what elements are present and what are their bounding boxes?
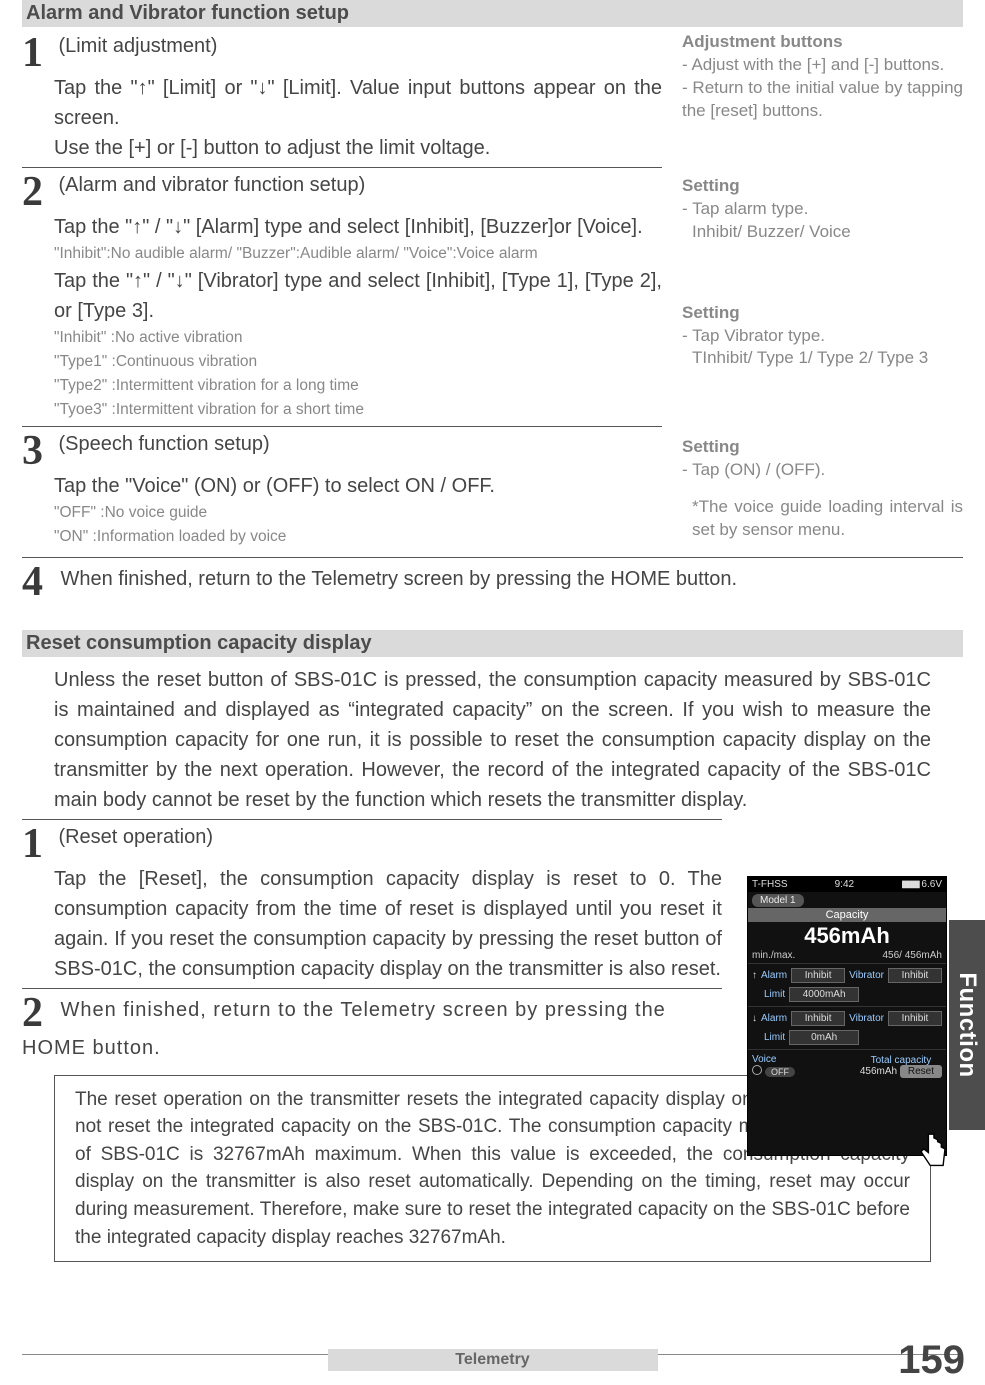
thumb-voice-label: Voice — [752, 1054, 776, 1065]
step-2-number: 2 — [22, 174, 50, 212]
step-4: 4 When finished, return to the Telemetry… — [22, 557, 963, 606]
thumb-time: 9:42 — [835, 879, 854, 890]
side3-heading: Setting — [682, 302, 963, 325]
thumb-limit-label-down: Limit — [764, 1032, 785, 1043]
thumb-alarm-down-value[interactable]: Inhibit — [791, 1011, 845, 1026]
pointer-hand-icon — [910, 1125, 956, 1171]
thumb-minmax-value: 456/ 456mAh — [883, 950, 943, 961]
thumb-alarm-label-down: Alarm — [761, 1013, 787, 1024]
step-3-body-1: Tap the "Voice" (ON) or (OFF) to select … — [22, 471, 662, 501]
thumb-capacity-value: 456mAh — [748, 922, 946, 950]
step-2-body-2: Tap the "↑" / "↓" [Vibrator] type and se… — [22, 266, 662, 326]
thumb-vibrator-up-value[interactable]: Inhibit — [888, 968, 942, 983]
reset-step-1-title: (Reset operation) — [58, 826, 213, 848]
step-2-note-2c: "Type2" :Intermittent vibration for a lo… — [22, 374, 662, 398]
reset-step-2-number: 2 — [22, 995, 50, 1033]
thumb-capacity-title: Capacity — [748, 908, 946, 922]
thumb-vibrator-label-up: Vibrator — [849, 970, 884, 981]
step-4-number: 4 — [22, 564, 50, 602]
step-4-body: When finished, return to the Telemetry s… — [54, 568, 737, 590]
step-3-number: 3 — [22, 433, 50, 471]
step-1-number: 1 — [22, 35, 50, 73]
step-2-body-1: Tap the "↑" / "↓" [Alarm] type and selec… — [22, 212, 662, 242]
side1-heading: Adjustment buttons — [682, 31, 963, 54]
thumb-alarm-label-up: Alarm — [761, 970, 787, 981]
reset-step-2-body: When finished, return to the Telemetry s… — [22, 999, 666, 1059]
side2-heading: Setting — [682, 175, 963, 198]
reset-step-1-body: Tap the [Reset], the consumption capacit… — [22, 864, 722, 984]
side3-line-2: TInhibit/ Type 1/ Type 2/ Type 3 — [682, 347, 963, 370]
thumb-minmax-label: min./max. — [752, 950, 795, 961]
page-number: 159 — [898, 1338, 965, 1383]
thumb-limit-label-up: Limit — [764, 989, 785, 1000]
step-2-note-2d: "Tyoe3" :Intermittent vibration for a sh… — [22, 398, 662, 422]
thumb-model: Model 1 — [752, 894, 804, 907]
step-2-note-2a: "Inhibit" :No active vibration — [22, 326, 662, 350]
side-setting-voice: Setting - Tap (ON) / (OFF). *The voice g… — [682, 436, 963, 542]
side-setting-vibrator: Setting - Tap Vibrator type. TInhibit/ T… — [682, 302, 963, 371]
thumb-alarm-up-value[interactable]: Inhibit — [791, 968, 845, 983]
step-2: 2 (Alarm and vibrator function setup) Ta… — [22, 167, 662, 427]
side3-line-1: - Tap Vibrator type. — [682, 325, 963, 348]
thumb-reset-button[interactable]: Reset — [900, 1065, 942, 1078]
step-2-note-1: "Inhibit":No audible alarm/ "Buzzer":Aud… — [22, 242, 662, 266]
step-3-note-2: "ON" :Information loaded by voice — [22, 525, 662, 549]
thumb-totalcap-value: 456mAh — [860, 1066, 897, 1077]
side4-line-1: - Tap (ON) / (OFF). — [682, 459, 963, 482]
down-arrow-icon: ↓ — [752, 1013, 757, 1024]
side-tab-label: Function — [953, 972, 981, 1077]
thumb-voice-off[interactable]: OFF — [765, 1067, 795, 1077]
reset-step-2: 2 When finished, return to the Telemetry… — [22, 988, 722, 1067]
reset-intro-paragraph: Unless the reset button of SBS-01C is pr… — [22, 659, 963, 819]
step-3-note-1: "OFF" :No voice guide — [22, 501, 662, 525]
step-2-note-2b: "Type1" :Continuous vibration — [22, 350, 662, 374]
thumb-limit-up-value[interactable]: 4000mAh — [789, 987, 859, 1002]
step-2-title: (Alarm and vibrator function setup) — [58, 174, 365, 196]
side4-heading: Setting — [682, 436, 963, 459]
step-3: 3 (Speech function setup) Tap the "Voice… — [22, 426, 662, 553]
step-1: 1 (Limit adjustment) Tap the "↑" [Limit]… — [22, 29, 662, 167]
step-3-title: (Speech function setup) — [58, 433, 269, 455]
thumb-battery: ▮▮▮▮▮ 6.6V — [901, 879, 942, 890]
telemetry-screenshot: T-FHSS 9:42 ▮▮▮▮▮ 6.6V Model 1 Capacity … — [747, 876, 947, 1156]
step-1-body-1: Tap the "↑" [Limit] or "↓" [Limit]. Valu… — [22, 73, 662, 133]
reset-step-1: 1 (Reset operation) Tap the [Reset], the… — [22, 819, 722, 988]
side-adjustment: Adjustment buttons - Adjust with the [+]… — [682, 31, 963, 123]
thumb-vibrator-down-value[interactable]: Inhibit — [888, 1011, 942, 1026]
section-header-reset: Reset consumption capacity display — [22, 630, 963, 657]
thumb-system: T-FHSS — [752, 879, 788, 890]
side2-line-2: Inhibit/ Buzzer/ Voice — [682, 221, 963, 244]
footer-section-label: Telemetry — [328, 1349, 658, 1371]
side-tab-function: Function — [949, 920, 985, 1130]
step-1-body-2: Use the [+] or [-] button to adjust the … — [22, 133, 662, 163]
side1-line-1: - Adjust with the [+] and [-] buttons. — [682, 54, 963, 77]
side2-line-1: - Tap alarm type. — [682, 198, 963, 221]
thumb-vibrator-label-down: Vibrator — [849, 1013, 884, 1024]
reset-step-1-number: 1 — [22, 826, 50, 864]
section-header-alarm: Alarm and Vibrator function setup — [22, 0, 963, 27]
step-1-title: (Limit adjustment) — [58, 35, 217, 57]
side1-line-2: - Return to the initial value by tapping… — [682, 77, 963, 123]
side-setting-alarm: Setting - Tap alarm type. Inhibit/ Buzze… — [682, 175, 963, 244]
up-arrow-icon: ↑ — [752, 970, 757, 981]
side4-line-2: *The voice guide loading interval is set… — [682, 496, 963, 542]
thumb-limit-down-value[interactable]: 0mAh — [789, 1030, 859, 1045]
voice-toggle-icon[interactable] — [752, 1065, 762, 1075]
